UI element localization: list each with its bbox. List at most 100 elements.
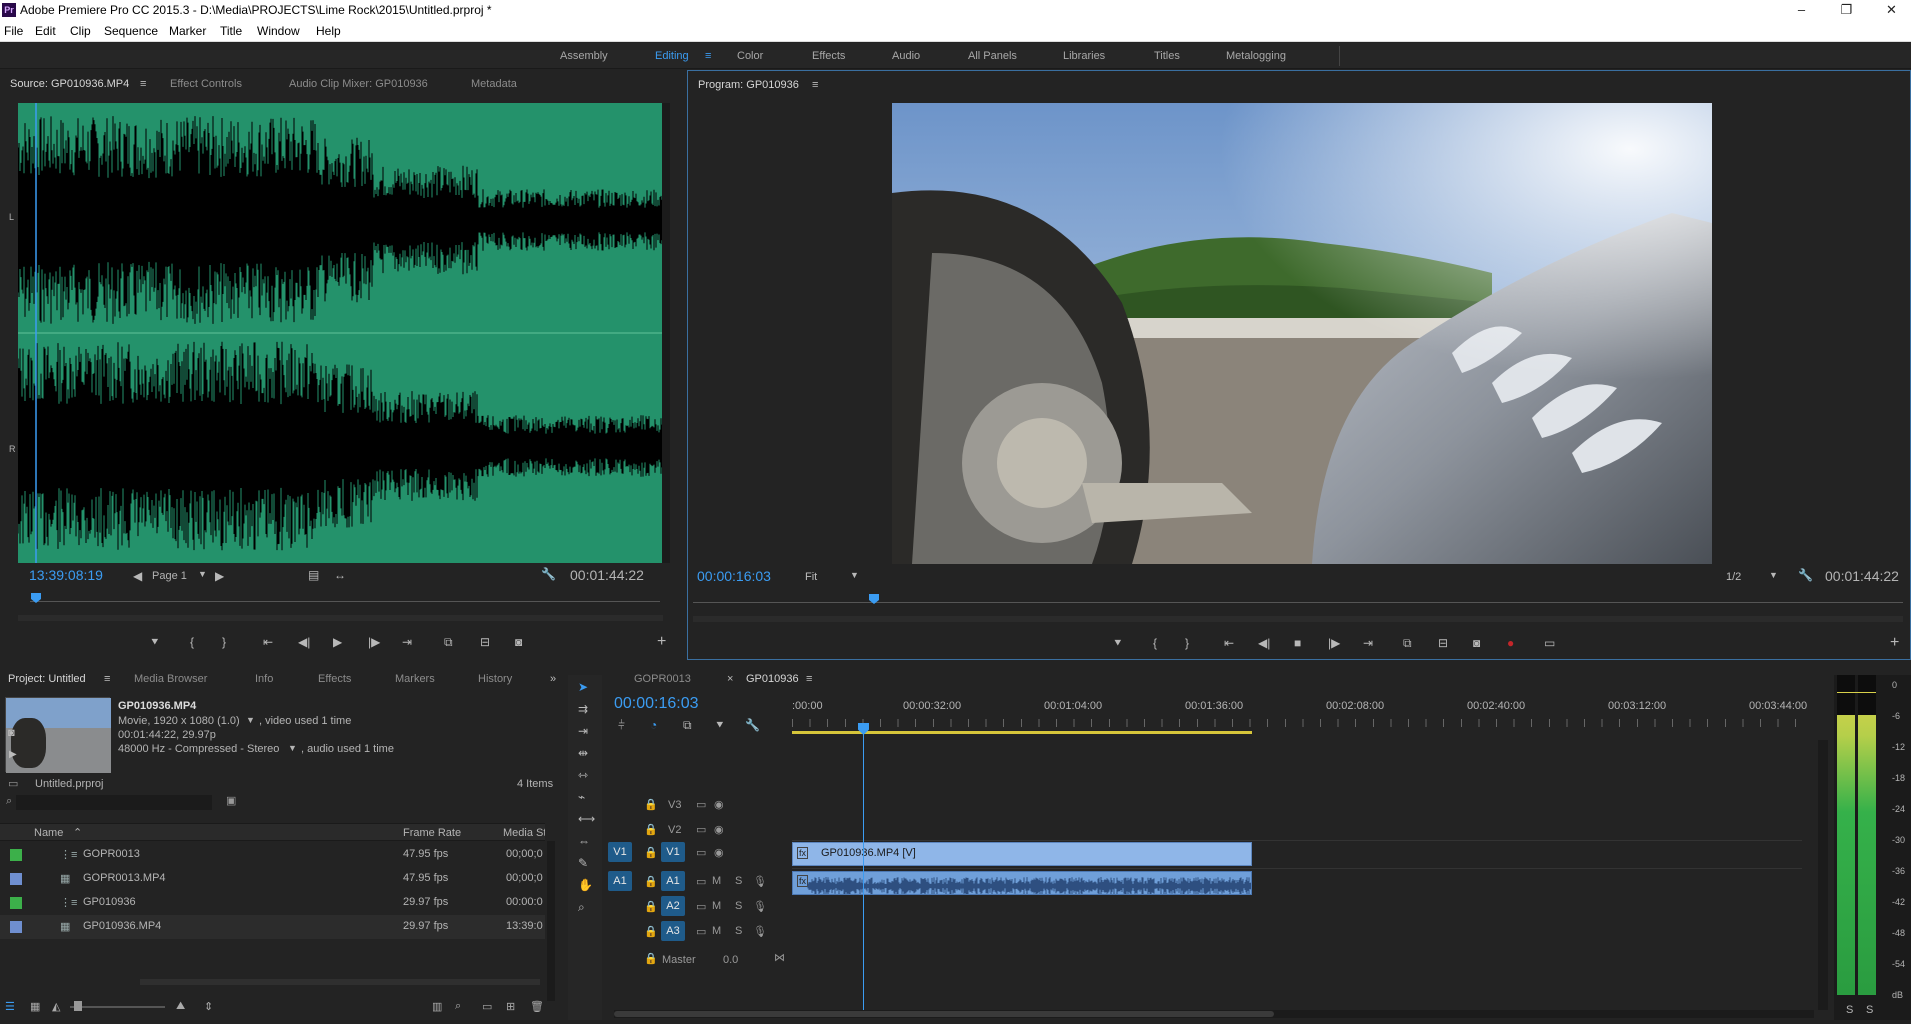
solo-left-button[interactable]: S (1846, 1004, 1853, 1016)
eye-v2-icon[interactable]: ◉ (714, 823, 724, 836)
audio-clip[interactable]: fx (792, 871, 1252, 895)
page-dropdown-icon[interactable]: ▼ (198, 569, 207, 579)
timeline-menu-icon[interactable]: ≡ (806, 673, 812, 685)
rate-stretch-tool-icon[interactable]: ⇿ (578, 768, 588, 782)
source-patch-v1[interactable]: V1 (608, 842, 632, 862)
tab-source[interactable]: Source: GP010936.MP4 (10, 78, 129, 90)
new-item-icon[interactable]: ⊞ (506, 1000, 515, 1013)
ripple-edit-tool-icon[interactable]: ⇥ (578, 724, 588, 738)
solo-a3-button[interactable]: S (735, 925, 742, 937)
zoom-out-icon[interactable]: ◭ (52, 1000, 60, 1013)
resolution-select[interactable]: 1/2 (1726, 571, 1741, 583)
voiceover-a2-icon[interactable]: 🎙 (753, 900, 767, 913)
step-back-icon[interactable]: ◀| (298, 635, 310, 649)
stop-icon[interactable]: ■ (1294, 636, 1301, 650)
camera-icon[interactable]: ◙ (515, 635, 522, 649)
program-go-to-out-icon[interactable]: ⇥ (1363, 636, 1373, 650)
timeline-timecode[interactable]: 00:00:16:03 (614, 695, 699, 713)
solo-a1-button[interactable]: S (735, 875, 742, 887)
tab-info[interactable]: Info (255, 673, 273, 685)
selection-tool-icon[interactable]: ➤ (578, 680, 588, 694)
workspace-effects[interactable]: Effects (812, 50, 845, 62)
zoom-slider-handle[interactable] (74, 1001, 82, 1011)
source-scrub-bar[interactable] (30, 601, 660, 602)
pen-tool-icon[interactable]: ✎ (578, 856, 588, 870)
program-step-back-icon[interactable]: ◀| (1258, 636, 1270, 650)
track-a2-label[interactable]: A2 (661, 896, 685, 916)
workspace-menu-icon[interactable]: ≡ (705, 50, 711, 62)
program-zoom-bar[interactable] (693, 616, 1903, 622)
go-to-out-icon[interactable]: ⇥ (402, 635, 412, 649)
export-frame-icon[interactable]: ▤ (308, 568, 319, 582)
mute-a3-button[interactable]: M (712, 925, 721, 937)
list-item[interactable]: ▦ GP010936.MP4 29.97 fps 13:39:0 (0, 915, 545, 939)
compare-view-icon[interactable]: ▭ (1544, 636, 1555, 650)
clip-thumbnail[interactable] (5, 697, 111, 773)
source-patch-a1[interactable]: A1 (608, 871, 632, 891)
tab-program[interactable]: Program: GP010936 (698, 79, 799, 91)
source-timecode[interactable]: 13:39:08:19 (29, 567, 103, 583)
extract-icon[interactable]: ⊟ (1438, 636, 1448, 650)
project-list-scrollbar[interactable] (547, 841, 555, 1001)
lock-master-icon[interactable]: 🔒 (644, 952, 658, 965)
timeline-add-marker-icon[interactable]: ⯆ (715, 718, 725, 733)
workspace-color[interactable]: Color (737, 50, 763, 62)
master-volume[interactable]: 0.0 (723, 954, 738, 966)
sync-lock-v1-icon[interactable]: ▭ (696, 846, 706, 859)
rolling-edit-tool-icon[interactable]: ⇹ (578, 746, 588, 760)
label-color-swatch[interactable] (10, 897, 22, 909)
menu-window[interactable]: Window (257, 24, 300, 38)
nest-icon[interactable]: ⫩ (618, 718, 625, 733)
go-to-in-icon[interactable]: ⇤ (263, 635, 273, 649)
list-view-icon[interactable]: ☰ (5, 1000, 15, 1013)
menu-marker[interactable]: Marker (169, 24, 206, 38)
drag-video-icon[interactable]: ↔ (334, 568, 346, 582)
track-v3-label[interactable]: V3 (668, 799, 681, 811)
clip-info-dropdown-icon[interactable]: ▼ (246, 715, 255, 725)
overwrite-icon[interactable]: ⊟ (480, 635, 490, 649)
program-add-marker-icon[interactable]: ⯆ (1113, 636, 1123, 651)
timeline-vscrollbar[interactable] (1818, 740, 1828, 1010)
next-page-icon[interactable]: ▶ (215, 569, 224, 583)
step-forward-icon[interactable]: |▶ (368, 635, 380, 649)
timeline-hscroll-thumb[interactable] (614, 1011, 1274, 1017)
workspace-editing[interactable]: Editing (655, 50, 689, 62)
more-panels-icon[interactable]: » (550, 673, 556, 685)
tab-markers[interactable]: Markers (395, 673, 435, 685)
workspace-assembly[interactable]: Assembly (560, 50, 608, 62)
insert-icon[interactable]: ⧉ (444, 635, 453, 650)
menu-clip[interactable]: Clip (70, 24, 91, 38)
resolution-dropdown-icon[interactable]: ▼ (1769, 570, 1778, 580)
timeline-hscrollbar[interactable] (614, 1010, 1814, 1018)
track-v2-label[interactable]: V2 (668, 824, 681, 836)
program-mark-in-icon[interactable]: { (1153, 636, 1157, 650)
program-menu-icon[interactable]: ≡ (812, 79, 818, 91)
workspace-audio[interactable]: Audio (892, 50, 920, 62)
icon-view-icon[interactable]: ▦ (30, 1000, 40, 1013)
hand-tool-icon[interactable]: ✋ (578, 878, 593, 892)
sort-ascending-icon[interactable]: ⌃ (73, 826, 82, 839)
list-item[interactable]: ⋮≡ GP010936 29.97 fps 00:00:0 (0, 891, 545, 915)
razor-tool-icon[interactable]: ⌁ (578, 790, 585, 804)
eye-v3-icon[interactable]: ◉ (714, 798, 724, 811)
track-select-tool-icon[interactable]: ⇉ (578, 702, 588, 716)
timeline-settings-icon[interactable]: 🔧 (745, 718, 760, 732)
new-search-bin-icon[interactable]: ▣ (226, 794, 236, 807)
program-step-forward-icon[interactable]: |▶ (1328, 636, 1340, 650)
tab-audio-clip-mixer[interactable]: Audio Clip Mixer: GP010936 (289, 78, 428, 90)
panel-menu-icon[interactable]: ≡ (140, 78, 146, 90)
lock-v2-icon[interactable]: 🔒 (644, 823, 658, 836)
col-frame-rate[interactable]: Frame Rate (403, 827, 461, 839)
label-color-swatch[interactable] (10, 849, 22, 861)
restore-icon[interactable]: ❐ (1824, 0, 1869, 20)
program-go-to-in-icon[interactable]: ⇤ (1224, 636, 1234, 650)
lock-a1-icon[interactable]: 🔒 (644, 875, 658, 888)
source-zoom-bar[interactable] (18, 615, 663, 621)
zoom-slider[interactable] (70, 1006, 165, 1008)
program-button-editor-icon[interactable]: + (1890, 634, 1899, 652)
tab-sequence-gopr0013[interactable]: GOPR0013 (634, 673, 691, 685)
record-icon[interactable]: ● (1507, 636, 1514, 650)
close-tab-icon[interactable]: × (727, 673, 733, 685)
program-timecode[interactable]: 00:00:16:03 (697, 568, 771, 584)
project-hscrollbar[interactable] (140, 979, 540, 985)
